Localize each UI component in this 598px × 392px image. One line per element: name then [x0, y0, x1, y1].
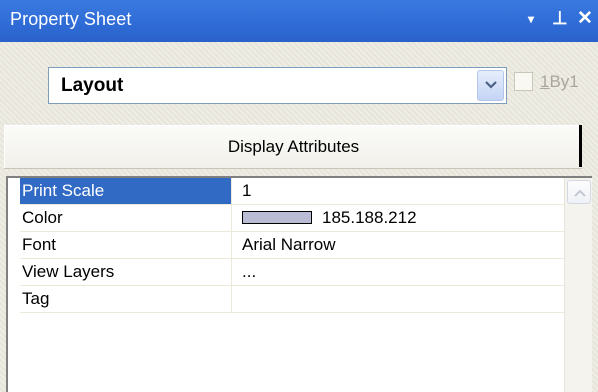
- property-value[interactable]: 1: [242, 178, 568, 204]
- property-row-font[interactable]: Font Arial Narrow: [20, 232, 570, 259]
- vertical-scrollbar[interactable]: [564, 178, 592, 392]
- property-value[interactable]: 185.188.212: [242, 205, 568, 231]
- one-by-one-label: 1By1: [540, 72, 579, 92]
- window-title: Property Sheet: [10, 9, 132, 29]
- property-value[interactable]: ...: [242, 259, 568, 285]
- color-swatch: [242, 211, 312, 224]
- pin-icon[interactable]: ⊥: [552, 8, 568, 29]
- title-bar: Property Sheet ▾ ⊥ ✕: [0, 0, 598, 42]
- grid-margin: [8, 178, 20, 392]
- one-by-one-checkbox[interactable]: [514, 72, 533, 91]
- close-icon[interactable]: ✕: [577, 7, 593, 30]
- property-name: View Layers: [20, 259, 232, 285]
- scroll-up-button[interactable]: [567, 180, 591, 204]
- element-type-dropdown[interactable]: Layout: [48, 67, 507, 104]
- property-name: Font: [20, 232, 232, 258]
- property-row-view-layers[interactable]: View Layers ...: [20, 259, 570, 286]
- chevron-down-icon: [485, 81, 497, 89]
- color-value-text: 185.188.212: [322, 208, 417, 227]
- dropdown-button[interactable]: [477, 70, 504, 101]
- property-row-print-scale[interactable]: Print Scale 1: [20, 178, 570, 205]
- property-row-color[interactable]: Color 185.188.212: [20, 205, 570, 232]
- chevron-up-icon: [574, 189, 586, 197]
- property-value[interactable]: [242, 286, 568, 312]
- menu-dropdown-icon[interactable]: ▾: [528, 12, 534, 26]
- property-name: Tag: [20, 286, 232, 312]
- property-value[interactable]: Arial Narrow: [242, 232, 568, 258]
- one-by-one-label-rest: By1: [549, 72, 579, 91]
- property-name: Print Scale: [20, 178, 232, 204]
- section-title: Display Attributes: [227, 137, 360, 156]
- display-attributes-header[interactable]: Display Attributes: [4, 125, 582, 168]
- section-header-edge: [579, 125, 582, 167]
- property-row-tag[interactable]: Tag: [20, 286, 570, 313]
- property-name: Color: [20, 205, 232, 231]
- property-grid: Print Scale 1 Color 185.188.212 Font Ari…: [6, 176, 592, 392]
- dropdown-value: Layout: [61, 75, 124, 96]
- property-sheet-panel: Property Sheet ▾ ⊥ ✕ Layout 1By1 Display…: [0, 0, 598, 392]
